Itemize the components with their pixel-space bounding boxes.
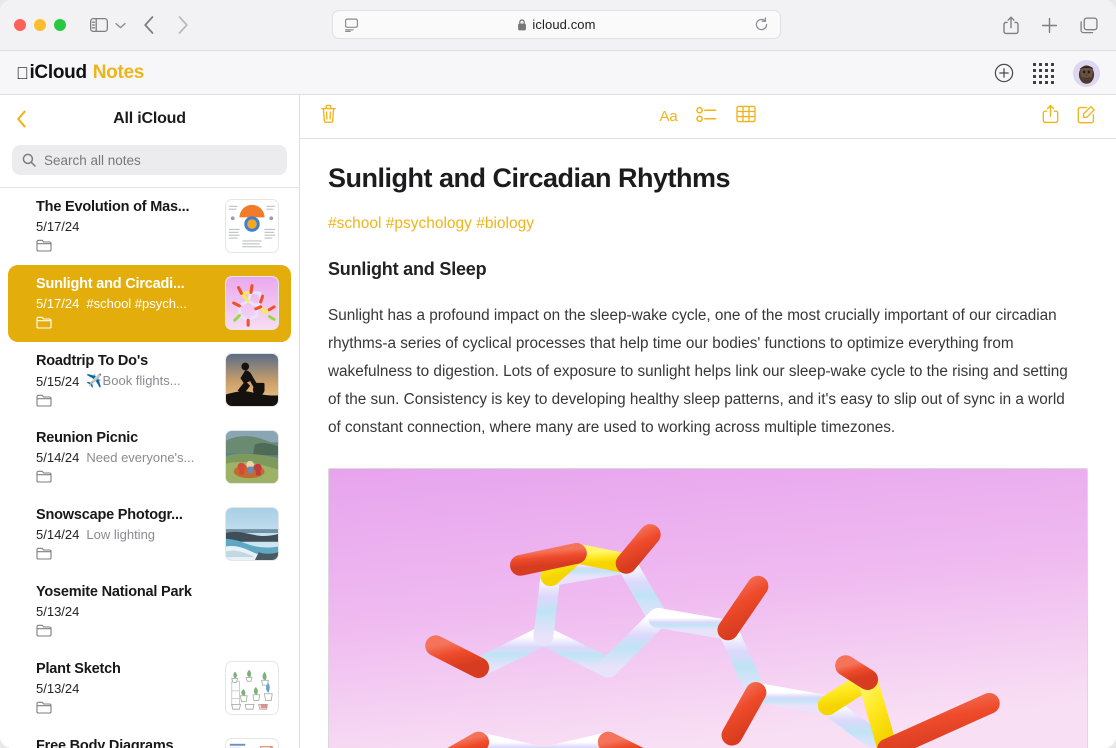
folder-icon	[36, 547, 215, 560]
note-list-item[interactable]: Free Body Diagrams	[8, 727, 291, 748]
apps-grid-icon[interactable]	[1033, 63, 1054, 84]
note-tags[interactable]: #school #psychology #biology	[328, 215, 1088, 233]
note-date: 5/13/24	[36, 681, 79, 696]
note-date: 5/17/24	[36, 219, 79, 234]
icloud-header:  iCloud Notes	[0, 51, 1116, 95]
note-date: 5/17/24	[36, 296, 79, 311]
lock-icon	[517, 19, 527, 31]
editor-toolbar: Aa	[300, 95, 1116, 139]
share-icon[interactable]	[1003, 16, 1019, 35]
note-paragraph: Sunlight has a profound impact on the sl…	[328, 302, 1080, 442]
reload-icon[interactable]	[754, 17, 769, 32]
close-window-button[interactable]	[14, 19, 26, 31]
note-molecule-image	[328, 468, 1088, 748]
table-icon[interactable]	[736, 105, 756, 128]
note-snippet: ✈️Book flights...	[86, 373, 180, 389]
note-title: Sunlight and Circadi...	[36, 276, 215, 292]
note-list-item[interactable]: Yosemite National Park 5/13/24	[8, 573, 291, 650]
note-content[interactable]: Sunlight and Circadian Rhythms #school #…	[300, 139, 1116, 748]
reader-view-icon[interactable]	[344, 18, 359, 32]
window-traffic-lights	[14, 19, 66, 31]
note-snippet: Need everyone's...	[86, 450, 194, 465]
note-list-item[interactable]: Reunion Picnic 5/14/24 Need everyone's..…	[8, 419, 291, 496]
note-date: 5/15/24	[36, 374, 79, 389]
folder-icon	[36, 470, 215, 483]
note-title: Plant Sketch	[36, 661, 215, 677]
avatar[interactable]	[1073, 60, 1100, 87]
note-list-item[interactable]: Roadtrip To Do's 5/15/24 ✈️Book flights.…	[8, 342, 291, 419]
notes-sidebar: All iCloud The Evolution of Mas...	[0, 95, 300, 748]
note-heading: Sunlight and Circadian Rhythms	[328, 163, 1088, 194]
note-list-item[interactable]: Snowscape Photogr... 5/14/24 Low lightin…	[8, 496, 291, 573]
note-thumbnail	[225, 430, 279, 484]
delete-note-icon[interactable]	[320, 104, 337, 129]
chevron-down-icon[interactable]	[115, 22, 126, 29]
note-title: Snowscape Photogr...	[36, 507, 215, 523]
note-thumbnail	[225, 738, 279, 748]
folder-icon	[36, 316, 215, 329]
folder-icon	[36, 394, 215, 407]
sidebar-header: All iCloud	[0, 95, 299, 188]
maximize-window-button[interactable]	[54, 19, 66, 31]
new-note-icon[interactable]	[1077, 105, 1096, 129]
note-list-item-selected[interactable]: Sunlight and Circadi... 5/17/24 #school …	[8, 265, 291, 342]
sidebar-title: All iCloud	[12, 110, 287, 128]
search-icon	[22, 153, 36, 167]
note-list-item[interactable]: Plant Sketch 5/13/24	[8, 650, 291, 727]
folder-icon	[36, 701, 215, 714]
icloud-brand[interactable]:  iCloud Notes	[16, 62, 144, 84]
brand-app-label: Notes	[93, 62, 144, 84]
search-box[interactable]	[12, 145, 287, 175]
note-title: Free Body Diagrams	[36, 738, 215, 748]
address-bar[interactable]: icloud.com	[332, 10, 781, 39]
url-display[interactable]: icloud.com	[359, 17, 754, 32]
browser-toolbar: icloud.com	[0, 0, 1116, 51]
note-thumbnail	[225, 507, 279, 561]
note-subheading: Sunlight and Sleep	[328, 259, 1088, 280]
note-date: 5/14/24	[36, 527, 79, 542]
brand-icloud-label: iCloud	[29, 62, 86, 84]
share-note-icon[interactable]	[1042, 104, 1059, 129]
note-title: Reunion Picnic	[36, 430, 215, 446]
checklist-icon[interactable]	[696, 106, 717, 128]
note-snippet: #school #psych...	[86, 296, 186, 311]
add-circle-icon[interactable]	[994, 63, 1014, 83]
format-text-button[interactable]: Aa	[660, 108, 678, 125]
browser-actions	[1003, 0, 1098, 51]
folder-icon	[36, 239, 215, 252]
note-date: 5/14/24	[36, 450, 79, 465]
tab-overview-icon[interactable]	[1080, 17, 1098, 34]
note-thumbnail	[225, 353, 279, 407]
url-text: icloud.com	[532, 17, 595, 32]
note-thumbnail	[225, 276, 279, 330]
forward-icon[interactable]	[177, 15, 189, 35]
back-icon[interactable]	[143, 15, 155, 35]
note-list-item[interactable]: The Evolution of Mas... 5/17/24	[8, 188, 291, 265]
folder-icon	[36, 624, 279, 637]
notes-list[interactable]: The Evolution of Mas... 5/17/24	[0, 188, 299, 748]
note-thumbnail	[225, 199, 279, 253]
note-snippet: Low lighting	[86, 527, 155, 542]
sidebar-toggle-icon[interactable]	[90, 18, 108, 32]
note-title: The Evolution of Mas...	[36, 199, 215, 215]
minimize-window-button[interactable]	[34, 19, 46, 31]
apple-logo-icon: 	[16, 64, 28, 84]
main-area: All iCloud The Evolution of Mas...	[0, 95, 1116, 748]
browser-window: icloud.com	[0, 0, 1116, 748]
note-date: 5/13/24	[36, 604, 79, 619]
note-editor: Aa	[300, 95, 1116, 748]
note-title: Roadtrip To Do's	[36, 353, 215, 369]
note-title: Yosemite National Park	[36, 584, 279, 600]
new-tab-icon[interactable]	[1041, 17, 1058, 34]
note-thumbnail	[225, 661, 279, 715]
search-input[interactable]	[44, 153, 277, 168]
icloud-header-actions	[994, 51, 1100, 95]
